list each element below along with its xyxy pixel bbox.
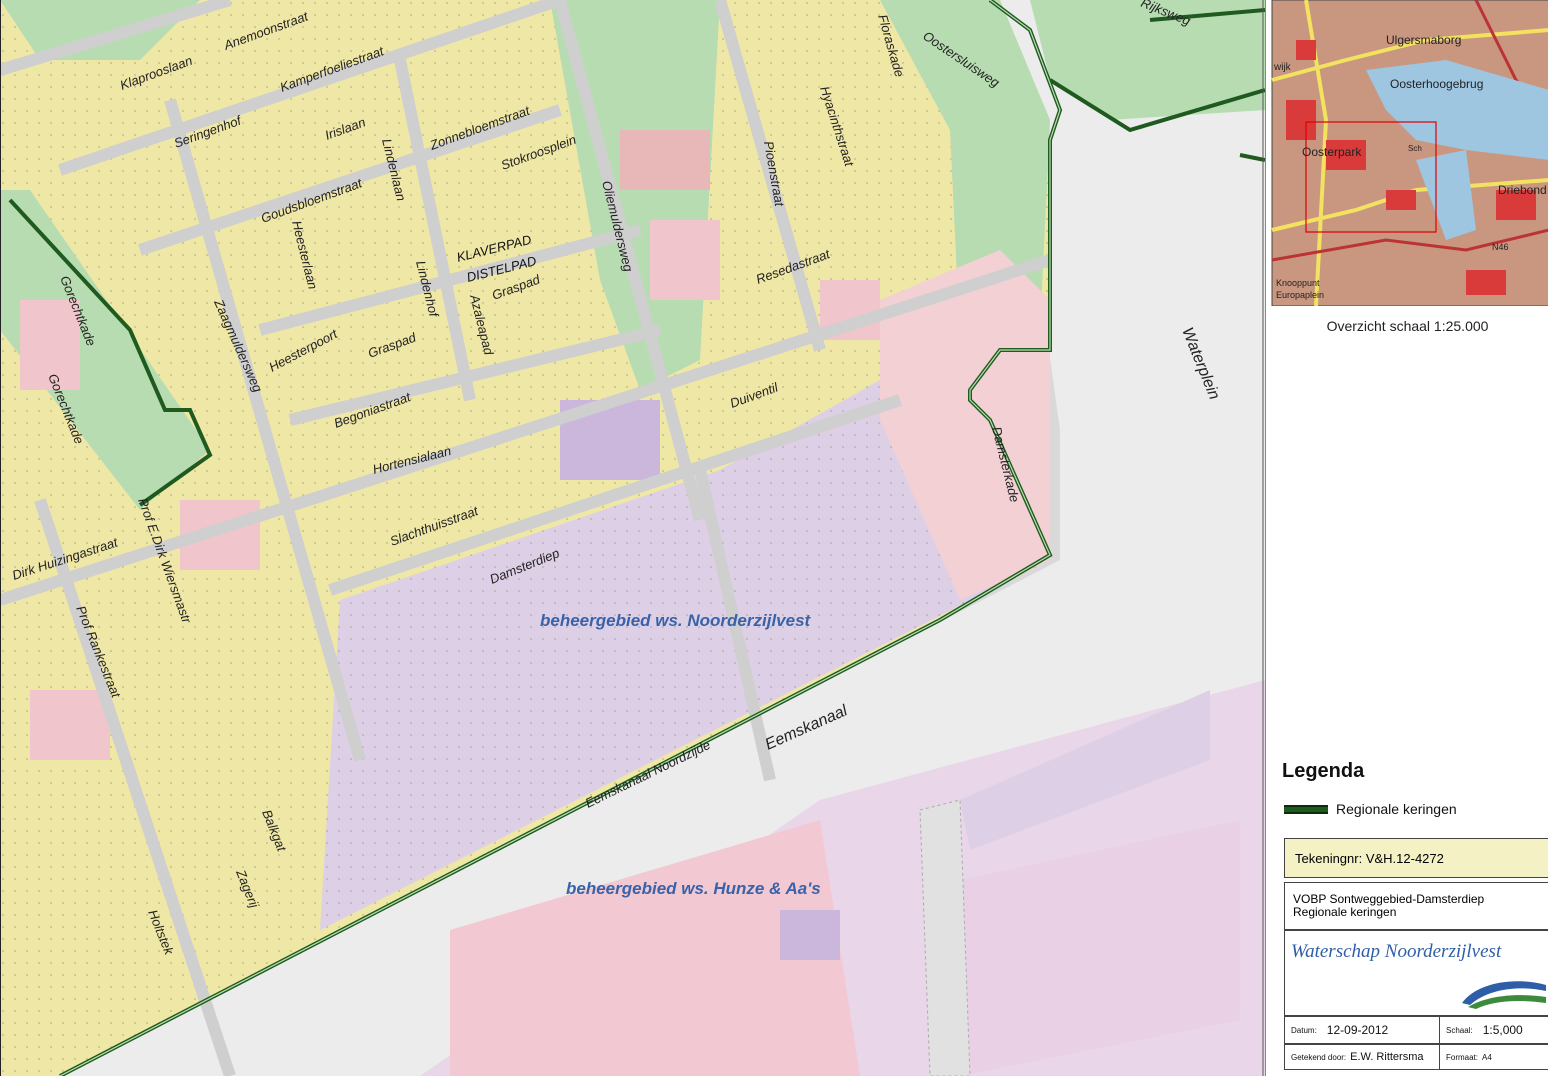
drawing-number: Tekeningnr: V&H.12-4272 xyxy=(1284,838,1548,878)
overview-label: Sch xyxy=(1408,144,1422,153)
levee-swatch-icon xyxy=(1284,804,1328,814)
organization-name: Waterschap Noorderzijlvest xyxy=(1291,941,1502,962)
drawing-title-line: Regionale keringen xyxy=(1293,905,1397,919)
date-label: Datum: xyxy=(1291,1025,1317,1035)
map-canvas: Klaprooslaan Anemoonstraat Kamperfoelies… xyxy=(0,0,1266,1078)
meta-row: Datum: 12-09-2012 Schaal: 1:5,000 xyxy=(1284,1016,1548,1044)
scale-label: Schaal: xyxy=(1446,1025,1473,1035)
organization-block: Waterschap Noorderzijlvest xyxy=(1284,930,1548,1016)
format-value: A4 xyxy=(1482,1052,1492,1062)
organization-logo-icon xyxy=(1462,981,1546,1009)
overview-label: Ulgersmaborg xyxy=(1386,33,1461,47)
overview-label: Driebond xyxy=(1498,183,1547,197)
scale-value: 1:5,000 xyxy=(1482,1023,1523,1037)
format-label: Formaat: xyxy=(1446,1052,1479,1062)
legend-item: Regionale keringen xyxy=(1284,800,1457,818)
overview-caption: Overzicht schaal 1:25.000 xyxy=(1326,318,1489,334)
drawn-by-label: Getekend door: xyxy=(1291,1052,1347,1062)
meta-row: Getekend door: E.W. Rittersma Formaat: A… xyxy=(1284,1044,1548,1070)
zone-label: beheergebied ws. Hunze & Aa's xyxy=(566,879,821,898)
side-panel: Ulgersmaborg Oosterhoogebrug Oosterpark … xyxy=(1265,0,1548,1076)
overview-map[interactable]: Ulgersmaborg Oosterhoogebrug Oosterpark … xyxy=(1266,0,1548,306)
legend-title: Legenda xyxy=(1282,760,1365,782)
drawn-by-value: E.W. Rittersma xyxy=(1350,1051,1424,1063)
overview-label: Oosterpark xyxy=(1302,145,1362,159)
legend-item-label: Regionale keringen xyxy=(1336,801,1457,817)
overview-label: Europaplein xyxy=(1276,290,1324,300)
date-value: 12-09-2012 xyxy=(1326,1023,1389,1037)
map-view[interactable]: Klaprooslaan Anemoonstraat Kamperfoelies… xyxy=(0,0,1266,1078)
overview-label: Knooppunt xyxy=(1276,278,1320,288)
overview-label: Oosterhoogebrug xyxy=(1390,77,1483,91)
drawing-title: VOBP Sontweggebied-Damsterdiep Regionale… xyxy=(1284,882,1548,930)
overview-label: wijk xyxy=(1273,62,1292,73)
overview-label: N46 xyxy=(1492,242,1509,252)
zone-label: beheergebied ws. Noorderzijlvest xyxy=(540,611,812,630)
drawing-number-text: Tekeningnr: V&H.12-4272 xyxy=(1295,851,1444,866)
